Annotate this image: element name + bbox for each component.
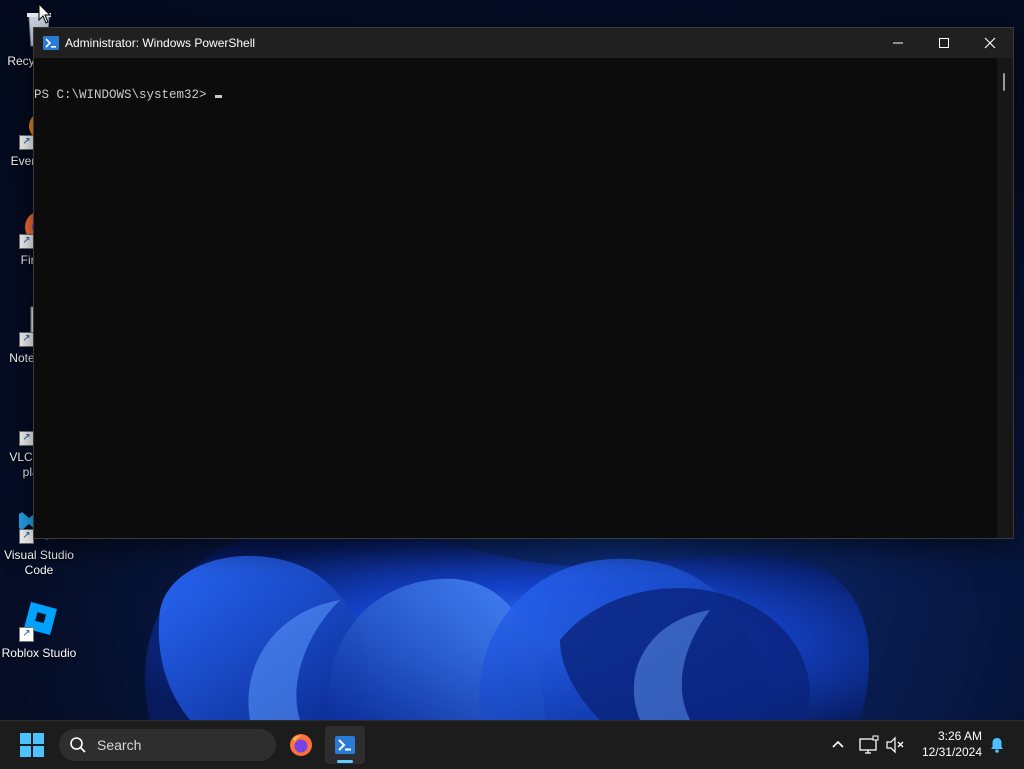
- clock-time: 3:26 AM: [937, 729, 982, 743]
- powershell-window[interactable]: Administrator: Windows PowerShell PS C:\…: [33, 27, 1014, 539]
- shortcut-arrow-icon: ↗: [19, 529, 34, 544]
- search-icon: [70, 737, 86, 753]
- shortcut-arrow-icon: ↗: [19, 234, 34, 249]
- shortcut-arrow-icon: ↗: [19, 627, 34, 642]
- taskbar: 3:26 AM 12/31/2024: [0, 720, 1024, 769]
- desktop-icon-label: Roblox Studio: [1, 646, 77, 660]
- windows-logo-icon: [20, 733, 44, 757]
- maximize-button[interactable]: [921, 28, 967, 58]
- mouse-pointer-icon: [38, 3, 52, 24]
- clock-date: 12/31/2024: [921, 745, 982, 759]
- minimize-icon: [893, 42, 903, 44]
- volume-muted-icon[interactable]: [884, 734, 906, 756]
- window-title: Administrator: Windows PowerShell: [65, 36, 256, 50]
- maximize-icon: [939, 38, 949, 48]
- system-tray: [826, 721, 906, 769]
- firefox-icon: [290, 734, 312, 756]
- taskbar-app-powershell[interactable]: [325, 726, 365, 764]
- network-icon[interactable]: [858, 734, 880, 756]
- minimize-button[interactable]: [875, 28, 921, 58]
- chevron-up-icon[interactable]: [826, 733, 850, 757]
- prompt-line[interactable]: PS C:\WINDOWS\system32>: [34, 88, 997, 102]
- prompt-text: PS C:\WINDOWS\system32>: [34, 88, 207, 102]
- window-titlebar[interactable]: Administrator: Windows PowerShell: [34, 28, 1013, 58]
- powershell-icon: [43, 36, 59, 50]
- taskbar-app-firefox[interactable]: [281, 726, 321, 764]
- active-app-indicator: [337, 760, 353, 763]
- shortcut-arrow-icon: ↗: [19, 431, 34, 446]
- shortcut-arrow-icon: ↗: [19, 332, 34, 347]
- close-button[interactable]: [967, 28, 1013, 58]
- powershell-icon: [335, 736, 355, 754]
- scrollbar-thumb[interactable]: [1003, 73, 1005, 91]
- search-input[interactable]: [95, 736, 259, 754]
- desktop-icon-label: Visual Studio Code: [4, 548, 74, 577]
- start-button[interactable]: [16, 732, 48, 758]
- console-output[interactable]: PS C:\WINDOWS\system32>: [34, 58, 997, 538]
- notification-bell-icon[interactable]: [988, 736, 1006, 754]
- close-icon: [984, 37, 996, 49]
- console-scrollbar[interactable]: [997, 58, 1013, 538]
- roblox-studio-icon: ↗: [17, 598, 61, 642]
- shortcut-arrow-icon: ↗: [19, 135, 34, 150]
- taskbar-clock[interactable]: 3:26 AM 12/31/2024: [922, 728, 982, 760]
- desktop-icon-roblox-studio[interactable]: ↗ Roblox Studio: [0, 598, 78, 661]
- text-cursor: [214, 95, 222, 98]
- taskbar-search-box[interactable]: [59, 729, 276, 761]
